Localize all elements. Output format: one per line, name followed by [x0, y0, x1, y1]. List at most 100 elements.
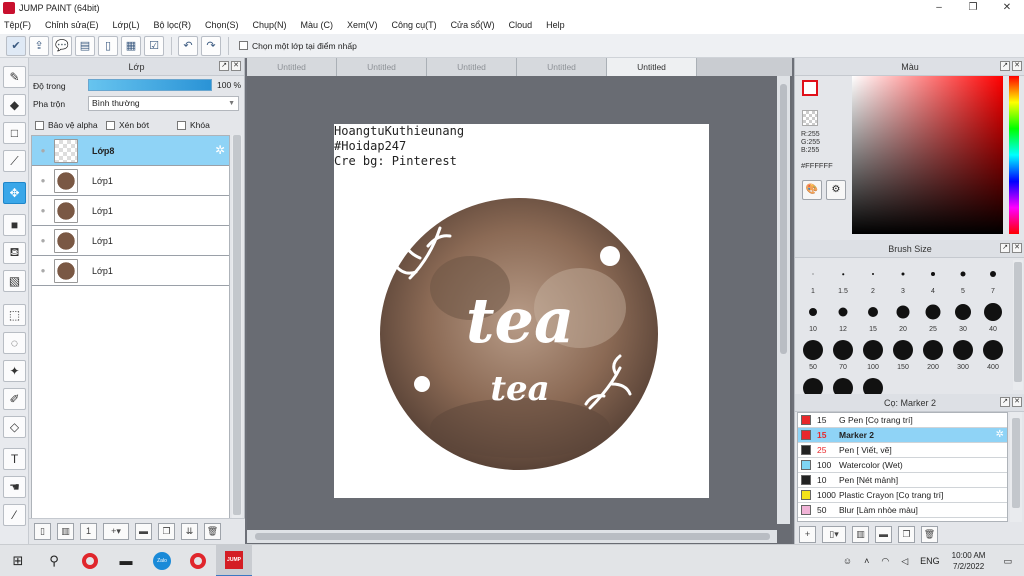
lock-checkbox[interactable]: Khóa — [177, 120, 210, 130]
panel-float-icon[interactable]: ↗ — [1000, 243, 1010, 253]
tool-preset-row[interactable]: 25 Pen [ Viết, vẽ] — [798, 443, 1007, 458]
duplicate-layer-icon[interactable]: ❐ — [158, 523, 175, 540]
layer-row[interactable]: ● Lớp1 — [32, 256, 229, 286]
bucket-tool-icon[interactable]: ⛾ — [3, 242, 26, 264]
brush-size-cell[interactable]: 50 — [798, 336, 828, 374]
cloud-sync-icon[interactable]: ✔ — [6, 35, 26, 56]
menu-file[interactable]: Tệp(F) — [4, 20, 31, 30]
tool-preset-row[interactable]: 1000 Plastic Crayon [Cọ trang trí] — [798, 488, 1007, 503]
doc-tab[interactable]: Untitled — [247, 58, 337, 76]
brush-size-cell[interactable]: 5 — [948, 260, 978, 298]
text-tool-icon[interactable]: T — [3, 448, 26, 470]
menu-edit[interactable]: Chỉnh sửa(E) — [45, 20, 99, 30]
layer-row[interactable]: ● Lớp8 ✲ — [32, 136, 229, 166]
protect-alpha-checkbox[interactable]: Bảo vệ alpha — [35, 120, 98, 130]
checkbox-box[interactable] — [35, 120, 44, 130]
chevron-up-icon[interactable]: ˄ — [864, 556, 869, 566]
doc-tab[interactable]: Untitled — [517, 58, 607, 76]
notification-icon[interactable]: ▭ — [1003, 556, 1012, 567]
brush-size-cell[interactable]: 70 — [828, 336, 858, 374]
tool-preset-row[interactable]: 10 Pen [Nét mảnh] — [798, 473, 1007, 488]
layer-row[interactable]: ● Lớp1 — [32, 166, 229, 196]
new-layer-icon[interactable]: ▯ — [34, 523, 51, 540]
visibility-icon[interactable]: ● — [32, 206, 54, 215]
delete-layer-icon[interactable]: 🗑 — [204, 523, 221, 540]
brush-scrollbar[interactable] — [1013, 260, 1023, 390]
jump-paint-taskbar-icon[interactable]: JUMP — [216, 544, 252, 576]
panel-close-icon[interactable]: ✕ — [1012, 61, 1022, 71]
brush-size-cell[interactable]: 20 — [888, 298, 918, 336]
menu-color[interactable]: Màu (C) — [301, 20, 334, 30]
people-icon[interactable]: ☺ — [843, 556, 852, 566]
clock[interactable]: 10:00 AM 7/2/2022 — [952, 550, 986, 572]
brush-size-cell[interactable]: 15 — [858, 298, 888, 336]
horizontal-scrollbar[interactable] — [247, 530, 777, 543]
panel-float-icon[interactable]: ↗ — [1000, 397, 1010, 407]
preset-copy-icon[interactable]: ▥ — [852, 525, 869, 543]
tool-preset-row[interactable]: 15 G Pen [Cọ trang trí] — [798, 413, 1007, 428]
visibility-icon[interactable]: ● — [32, 176, 54, 185]
gradient-tool-icon[interactable]: ▧ — [3, 270, 26, 292]
menu-capture[interactable]: Chụp(N) — [253, 20, 287, 30]
opera-icon[interactable] — [72, 545, 108, 576]
checklist-icon[interactable]: ☑ — [144, 35, 164, 56]
gear-icon[interactable]: ✲ — [215, 143, 225, 157]
delete-preset-icon[interactable]: 🗑 — [921, 525, 938, 543]
panel-close-icon[interactable]: ✕ — [1012, 243, 1022, 253]
checkbox-box[interactable] — [106, 120, 115, 130]
scroll-thumb[interactable] — [1014, 262, 1022, 382]
brush-size-cell[interactable]: 400 — [978, 336, 1008, 374]
opera-gx-icon[interactable] — [180, 545, 216, 576]
layer-row[interactable]: ● Lớp1 — [32, 226, 229, 256]
panel-layout-icon[interactable]: ▦ — [121, 35, 141, 56]
magic-wand-icon[interactable]: ✦ — [3, 360, 26, 382]
scroll-thumb[interactable] — [255, 533, 770, 540]
redo-icon[interactable]: ↷ — [201, 35, 221, 56]
brush-size-cell[interactable]: 12 — [828, 298, 858, 336]
fill-rect-tool-icon[interactable]: ■ — [3, 214, 26, 236]
layer-row[interactable]: ● Lớp1 — [32, 196, 229, 226]
merge-down-icon[interactable]: ⇊ — [181, 523, 198, 540]
menu-select[interactable]: Chọn(S) — [205, 20, 239, 30]
select-layer-on-click-checkbox[interactable]: Chọn một lớp tại điểm nhấp — [239, 41, 357, 51]
brush-size-cell[interactable]: 1 — [798, 260, 828, 298]
visibility-icon[interactable]: ● — [32, 266, 54, 275]
blend-mode-select[interactable]: Bình thường ▼ — [88, 96, 239, 111]
scroll-thumb[interactable] — [233, 135, 241, 515]
volume-icon[interactable]: ◁ — [901, 556, 908, 567]
line-tool-icon[interactable]: ⟋ — [3, 150, 26, 172]
tool-preset-row[interactable]: 15 Marker 2 ✲ — [798, 428, 1007, 443]
foreground-color-swatch[interactable] — [802, 80, 818, 96]
select-eraser-icon[interactable]: ◇ — [3, 416, 26, 438]
hand-tool-icon[interactable]: ☚ — [3, 476, 26, 498]
saturation-value-picker[interactable] — [852, 76, 1003, 234]
duplicate-preset-icon[interactable]: ❐ — [898, 525, 915, 543]
panel-float-icon[interactable]: ↗ — [1000, 61, 1010, 71]
preset-menu-icon[interactable]: ▯▾ — [822, 525, 846, 543]
menu-help[interactable]: Help — [546, 20, 565, 30]
brush-tool-icon[interactable]: ✎ — [3, 66, 26, 88]
visibility-icon[interactable]: ● — [32, 146, 54, 155]
visibility-icon[interactable]: ● — [32, 236, 54, 245]
panel-float-icon[interactable]: ↗ — [219, 61, 229, 71]
panel-close-icon[interactable]: ✕ — [1012, 397, 1022, 407]
brush-size-cell[interactable]: 150 — [888, 336, 918, 374]
shape-tool-icon[interactable]: □ — [3, 122, 26, 144]
panel-close-icon[interactable]: ✕ — [231, 61, 241, 71]
scroll-thumb[interactable] — [780, 84, 787, 354]
speech-bubble-icon[interactable]: 💬 — [52, 35, 72, 56]
scroll-thumb[interactable] — [1012, 418, 1020, 508]
language-indicator[interactable]: ENG — [920, 556, 940, 566]
select-pen-icon[interactable]: ✐ — [3, 388, 26, 410]
folder-icon[interactable]: ▬ — [135, 523, 152, 540]
brush-size-cell[interactable]: 30 — [948, 298, 978, 336]
menu-filter[interactable]: Bộ lọc(R) — [153, 20, 191, 30]
gear-icon[interactable]: ✲ — [996, 429, 1004, 440]
doc-tab-active[interactable]: Untitled — [607, 58, 697, 76]
export-icon[interactable]: ⇪ — [29, 35, 49, 56]
lasso-select-icon[interactable]: ◌ — [3, 332, 26, 354]
eyedropper-tool-icon[interactable]: ⁄ — [3, 504, 26, 526]
palette-icon[interactable]: 🎨 — [802, 180, 822, 200]
file-explorer-icon[interactable]: ▬ — [108, 545, 144, 576]
checkbox-box[interactable] — [239, 41, 248, 50]
